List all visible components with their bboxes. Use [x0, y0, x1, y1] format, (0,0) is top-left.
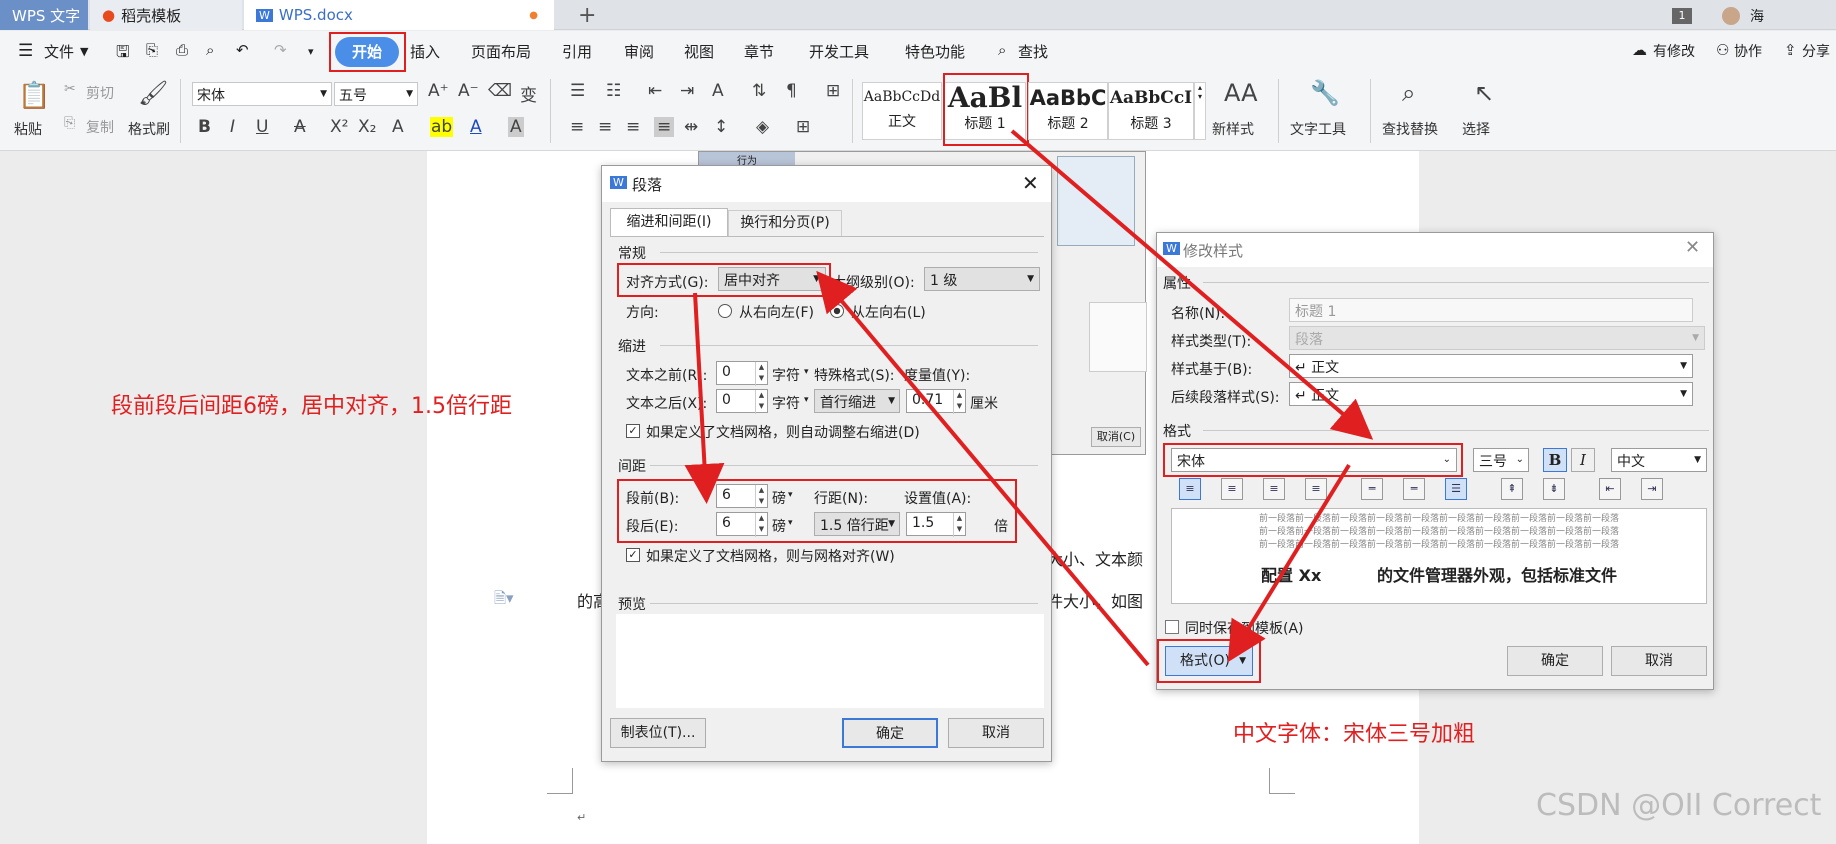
arrow-align — [816, 270, 1150, 667]
arrow-format — [1227, 463, 1351, 663]
arrow-spacing — [684, 292, 725, 504]
arrow-heading — [1010, 129, 1374, 440]
annotation-arrows — [684, 129, 1374, 667]
